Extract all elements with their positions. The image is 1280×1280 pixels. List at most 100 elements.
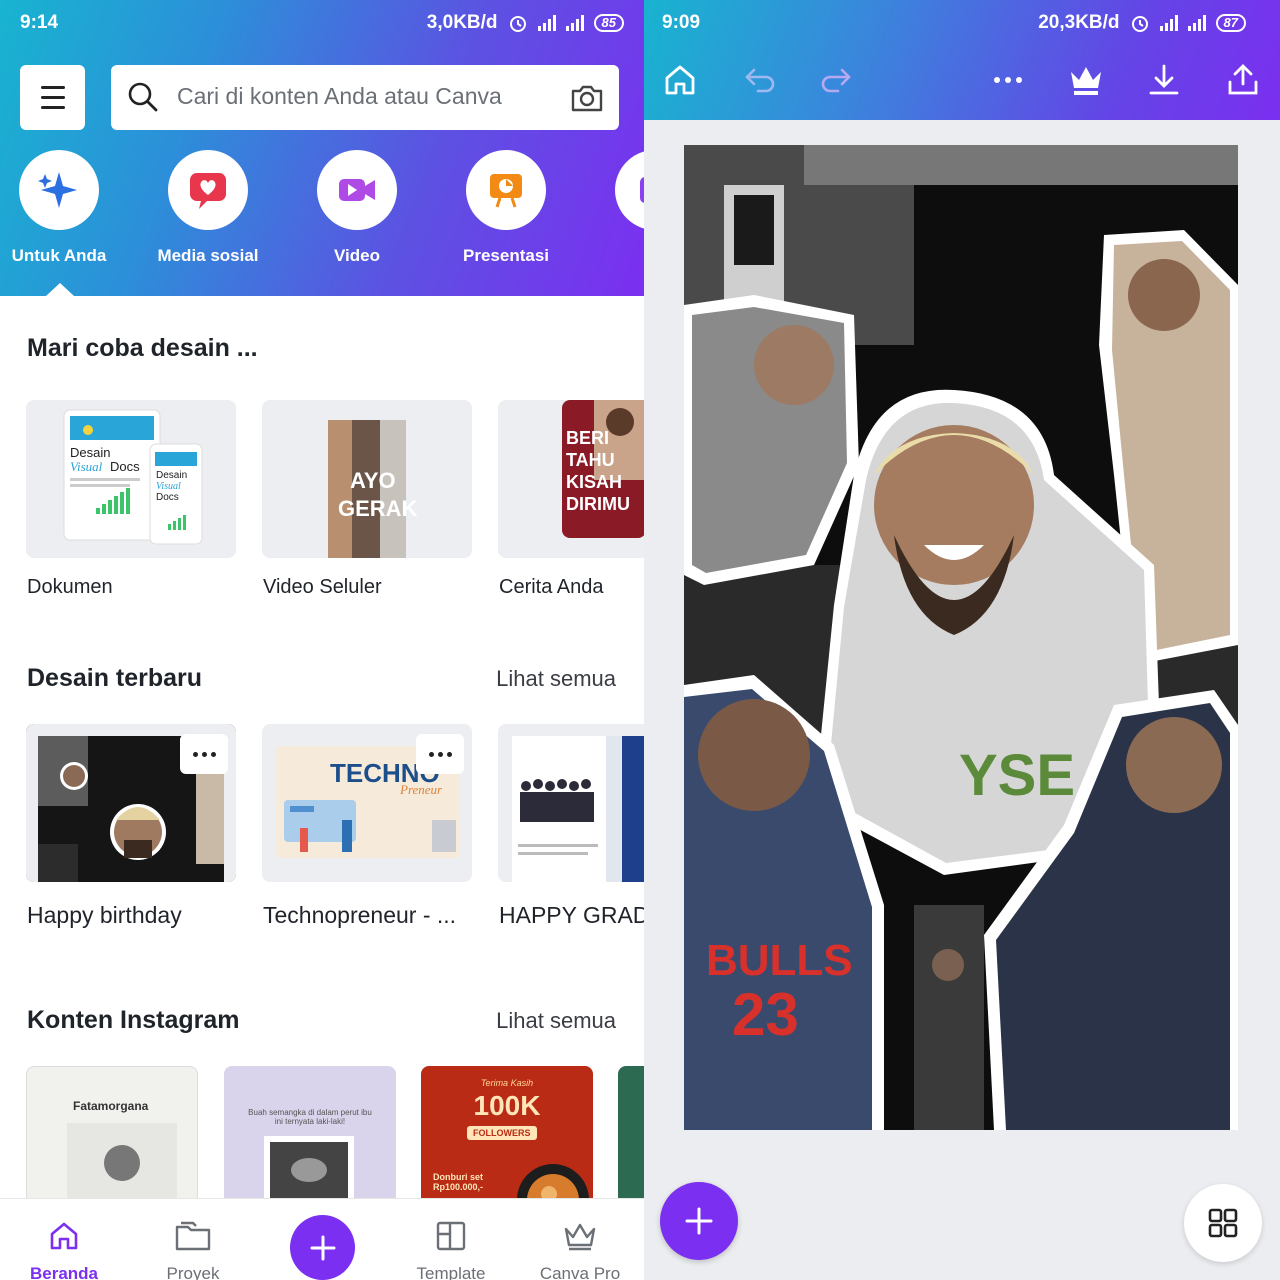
signal-icon bbox=[1187, 15, 1206, 31]
redo-icon bbox=[821, 68, 851, 93]
svg-text:BULLS: BULLS bbox=[706, 936, 853, 985]
recent-card-technopreneur[interactable]: TECHNO Preneur bbox=[262, 724, 472, 882]
home-header: 9:14 3,0KB/d 85 Cari di konten Anda atau… bbox=[0, 0, 644, 296]
presentation-icon bbox=[490, 174, 522, 208]
home-icon bbox=[50, 1222, 78, 1250]
plus-icon bbox=[310, 1235, 335, 1260]
recent-card-happy-grad[interactable] bbox=[498, 724, 644, 882]
design-card-cerita-anda[interactable]: BERI TAHU KISAH DIRIMU bbox=[498, 400, 644, 558]
nav-proyek[interactable]: Proyek bbox=[138, 1219, 248, 1280]
instagram-card-more[interactable] bbox=[618, 1066, 644, 1216]
svg-text:Desain: Desain bbox=[70, 445, 110, 460]
home-button[interactable] bbox=[660, 60, 700, 100]
signal-icon bbox=[565, 15, 584, 31]
undo-icon bbox=[745, 68, 775, 93]
battery-indicator: 87 bbox=[1215, 14, 1246, 32]
svg-text:DIRIMU: DIRIMU bbox=[566, 494, 630, 514]
search-icon bbox=[128, 82, 158, 112]
video-thumbnail: AYO GERAK bbox=[328, 420, 418, 558]
design-card-video-seluler[interactable]: AYO GERAK bbox=[262, 400, 472, 558]
editor-header: 9:09 20,3KB/d 87 bbox=[644, 0, 1280, 120]
more-options-button[interactable] bbox=[416, 734, 464, 774]
svg-text:Docs: Docs bbox=[156, 492, 179, 503]
share-button[interactable] bbox=[1223, 60, 1263, 100]
more-options-button[interactable] bbox=[180, 734, 228, 774]
svg-text:Desain: Desain bbox=[156, 470, 187, 481]
docs-thumbnail: Desain Visual Docs Desain Visual Docs bbox=[63, 409, 203, 545]
svg-text:23: 23 bbox=[732, 981, 799, 1048]
crown-icon bbox=[1071, 67, 1101, 95]
add-element-button[interactable] bbox=[660, 1182, 738, 1260]
instagram-card-pregnancy[interactable]: Buah semangka di dalam perut ibu ini ter… bbox=[224, 1066, 396, 1216]
alarm-icon bbox=[1131, 16, 1148, 32]
camera-icon[interactable] bbox=[569, 82, 605, 114]
battery-indicator: 85 bbox=[593, 14, 624, 32]
grid-icon bbox=[1208, 1208, 1238, 1238]
alarm-icon bbox=[509, 16, 526, 32]
svg-text:Visual: Visual bbox=[156, 481, 181, 492]
design-label-dokumen: Dokumen bbox=[27, 576, 113, 598]
category-media-sosial[interactable]: Media sosial bbox=[133, 150, 283, 266]
crown-icon bbox=[564, 1223, 596, 1251]
see-all-recent-link[interactable]: Lihat semua bbox=[496, 666, 616, 692]
status-bar: 9:09 20,3KB/d 87 bbox=[662, 12, 1246, 36]
recent-label-technopreneur: Technopreneur - ... bbox=[263, 902, 457, 928]
category-video[interactable]: Video bbox=[282, 150, 432, 266]
download-icon bbox=[1149, 64, 1179, 95]
category-presentasi[interactable]: Presentasi bbox=[431, 150, 581, 266]
nav-canva-pro[interactable]: Canva Pro bbox=[525, 1219, 635, 1280]
sparkle-icon bbox=[38, 172, 77, 208]
status-time: 9:14 bbox=[20, 12, 59, 33]
design-canvas[interactable]: YSE BULLS 23 bbox=[684, 145, 1238, 1130]
graduation-thumbnail bbox=[512, 736, 644, 882]
recent-label-happy-grad: HAPPY GRAD bbox=[499, 902, 644, 928]
canva-pro-button[interactable] bbox=[1066, 60, 1106, 100]
home-icon bbox=[665, 65, 695, 95]
recent-card-happy-birthday[interactable] bbox=[26, 724, 236, 882]
redo-button[interactable] bbox=[816, 60, 856, 100]
instagram-card-fatamorgana[interactable]: Fatamorgana bbox=[26, 1066, 198, 1216]
search-input[interactable]: Cari di konten Anda atau Canva bbox=[111, 65, 619, 130]
design-label-cerita-anda: Cerita Anda bbox=[499, 576, 604, 598]
svg-text:GERAK: GERAK bbox=[338, 496, 418, 521]
nav-beranda[interactable]: Beranda bbox=[9, 1219, 119, 1280]
story-thumbnail: BERI TAHU KISAH DIRIMU bbox=[562, 400, 644, 538]
category-more[interactable]: Ce bbox=[580, 150, 644, 266]
svg-text:Visual: Visual bbox=[70, 459, 103, 474]
section-title-try-design: Mari coba desain ... bbox=[27, 334, 258, 362]
svg-text:KISAH: KISAH bbox=[566, 472, 622, 492]
create-design-button[interactable] bbox=[290, 1215, 355, 1280]
category-untuk-anda[interactable]: Untuk Anda bbox=[0, 150, 134, 266]
category-row: Untuk Anda Media sosial Video Presentasi… bbox=[0, 150, 644, 270]
plus-icon bbox=[685, 1207, 713, 1235]
svg-text:BERI: BERI bbox=[566, 428, 609, 448]
nav-template[interactable]: Template bbox=[396, 1219, 506, 1280]
status-bar: 9:14 3,0KB/d 85 bbox=[20, 12, 624, 36]
photo-collage: YSE BULLS 23 bbox=[684, 145, 1238, 1130]
svg-text:TAHU: TAHU bbox=[566, 450, 615, 470]
svg-text:Docs: Docs bbox=[110, 459, 140, 474]
category-icon bbox=[640, 177, 644, 203]
canva-editor-screen: 9:09 20,3KB/d 87 YSE BULLS 23 bbox=[644, 0, 1280, 1280]
status-time: 9:09 bbox=[662, 12, 701, 33]
canva-home-screen: 9:14 3,0KB/d 85 Cari di konten Anda atau… bbox=[0, 0, 644, 1280]
search-placeholder: Cari di konten Anda atau Canva bbox=[177, 83, 502, 109]
svg-text:YSE: YSE bbox=[959, 743, 1075, 808]
more-icon bbox=[994, 77, 1022, 83]
network-speed: 3,0KB/d bbox=[426, 12, 498, 33]
more-button[interactable] bbox=[988, 60, 1028, 100]
design-card-dokumen[interactable]: Desain Visual Docs Desain Visual Docs bbox=[26, 400, 236, 558]
video-camera-icon bbox=[339, 179, 375, 201]
menu-button[interactable] bbox=[20, 65, 85, 130]
see-all-instagram-link[interactable]: Lihat semua bbox=[496, 1008, 616, 1034]
bottom-navigation: Beranda Proyek Template Canva Pro bbox=[0, 1198, 644, 1280]
folder-icon bbox=[175, 1221, 211, 1251]
template-icon bbox=[436, 1221, 466, 1251]
page-grid-button[interactable] bbox=[1184, 1184, 1262, 1262]
selected-tab-indicator bbox=[46, 283, 74, 296]
instagram-card-100k[interactable]: Terima Kasih 100K FOLLOWERS Donburi set … bbox=[421, 1066, 593, 1216]
section-title-instagram: Konten Instagram bbox=[27, 1006, 240, 1034]
download-button[interactable] bbox=[1144, 60, 1184, 100]
share-icon bbox=[1228, 64, 1258, 95]
undo-button[interactable] bbox=[740, 60, 780, 100]
